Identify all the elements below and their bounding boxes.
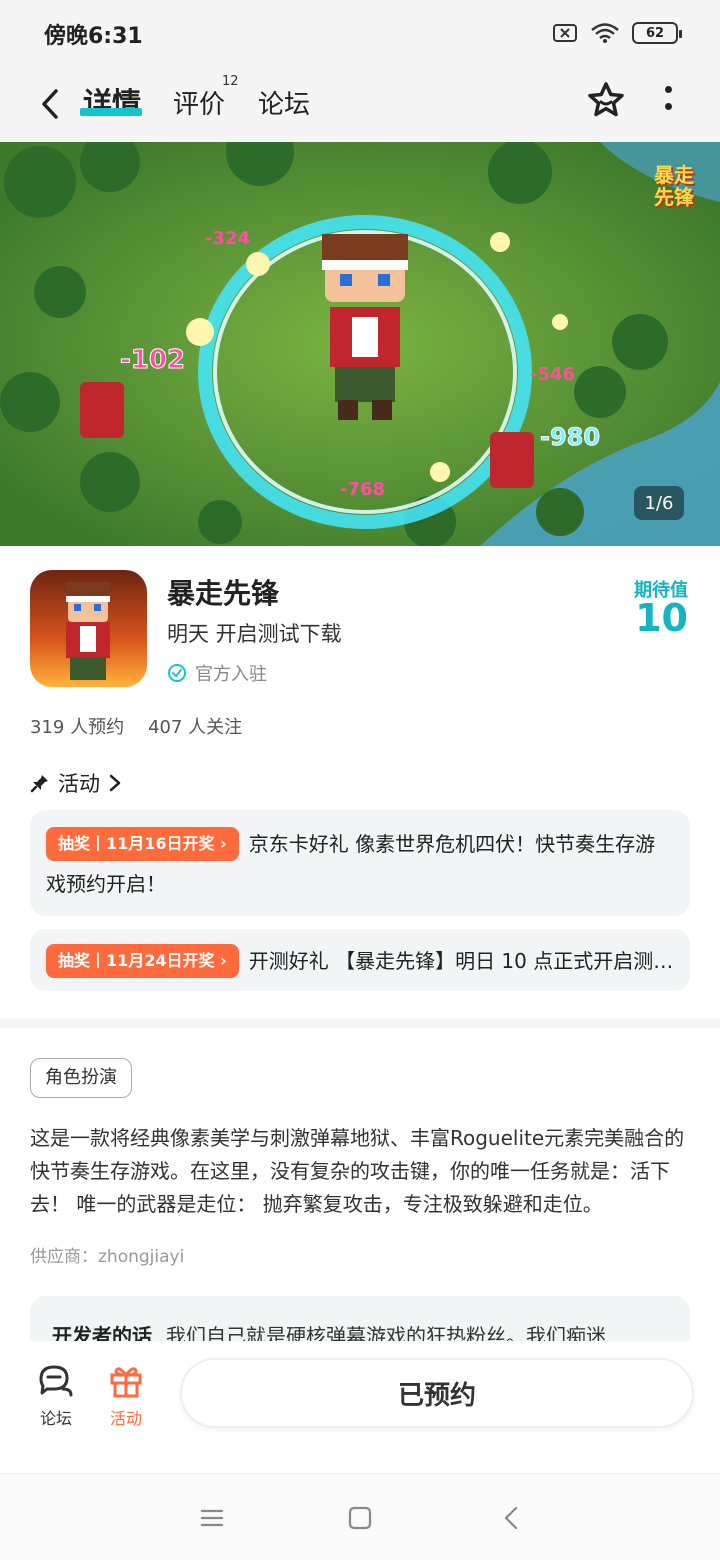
chevron-left-icon bbox=[42, 89, 58, 119]
battery-indicator: 62 bbox=[632, 22, 682, 44]
home-square-icon bbox=[348, 1506, 372, 1530]
status-time: 傍晚6:31 bbox=[44, 24, 143, 49]
activity-card-content: 抽奖丨11月24日开奖 › 开测好礼 【暴走先锋】明日 10 点正式开启测试！ bbox=[46, 943, 674, 979]
developer-notes-label: 开发者的话 bbox=[52, 1324, 152, 1342]
more-options-button[interactable] bbox=[656, 82, 680, 114]
official-badge: 官方入驻 bbox=[167, 660, 267, 686]
game-screenshot-illustration: -102 -324 -546 -980 -768 bbox=[0, 142, 720, 546]
developer-notes-text: 我们自己就是硬核弹幕游戏的狂热粉丝。我们痴迷 bbox=[166, 1324, 606, 1342]
verified-check-icon bbox=[168, 664, 186, 682]
developer-notes-card[interactable]: 开发者的话 我们自己就是硬核弹幕游戏的狂热粉丝。我们痴迷 bbox=[30, 1296, 690, 1342]
lottery-tag-label: 抽奖丨11月16日开奖 bbox=[58, 834, 215, 853]
tab-forum[interactable]: 论坛 bbox=[258, 84, 310, 121]
reserved-button[interactable]: 已预约 bbox=[180, 1358, 694, 1428]
chevron-right-icon bbox=[109, 774, 121, 792]
review-count-badge: 12 bbox=[222, 74, 239, 89]
game-icon-artwork bbox=[30, 570, 147, 687]
game-logo-watermark: 暴走 先锋 bbox=[654, 163, 694, 209]
game-description[interactable]: 这是一款将经典像素美学与刺激弹幕地狱、丰富Roguelite元素完美融合的快节奏… bbox=[30, 1122, 690, 1221]
expectation-score: 10 bbox=[635, 596, 688, 640]
activity-section-header[interactable]: 活动 bbox=[30, 768, 122, 798]
active-tab-indicator bbox=[80, 108, 142, 116]
status-icons: 62 bbox=[552, 20, 682, 46]
lottery-tag: 抽奖丨11月24日开奖 › bbox=[46, 944, 239, 978]
lottery-tag: 抽奖丨11月16日开奖 › bbox=[46, 827, 239, 861]
screenshot-banner[interactable]: -102 -324 -546 -980 -768 暴走 先锋 1/6 bbox=[0, 142, 720, 546]
status-bar: 傍晚6:31 62 bbox=[0, 0, 720, 66]
forum-chat-icon bbox=[39, 1365, 73, 1397]
banner-page-counter: 1/6 bbox=[634, 486, 684, 520]
game-stats: 319 人预约 407 人关注 bbox=[30, 713, 242, 739]
official-label: 官方入驻 bbox=[195, 664, 267, 685]
svg-text:-546: -546 bbox=[530, 364, 575, 385]
wifi-icon bbox=[591, 23, 619, 43]
pin-icon bbox=[30, 775, 48, 793]
bottom-forum-label: 论坛 bbox=[39, 1409, 72, 1428]
menu-icon bbox=[200, 1509, 224, 1527]
activity-card[interactable]: 抽奖丨11月24日开奖 › 开测好礼 【暴走先锋】明日 10 点正式开启测试！ bbox=[30, 929, 690, 991]
game-title: 暴走先锋 bbox=[167, 577, 280, 610]
system-navigation-bar bbox=[0, 1473, 720, 1560]
reservation-count: 319 人预约 bbox=[30, 717, 125, 738]
svg-text:-768: -768 bbox=[340, 479, 385, 500]
more-dot bbox=[664, 103, 672, 110]
system-back-button[interactable] bbox=[498, 1504, 526, 1532]
svg-text:-980: -980 bbox=[540, 423, 600, 451]
tab-review[interactable]: 评价 bbox=[173, 84, 225, 121]
more-dot bbox=[664, 86, 672, 93]
activity-text: 开测好礼 【暴走先锋】明日 10 点正式开启测试！ bbox=[248, 949, 674, 973]
back-triangle-icon bbox=[504, 1506, 518, 1530]
bottom-activity-button[interactable]: 活动 bbox=[96, 1363, 156, 1429]
activity-card[interactable]: 抽奖丨11月16日开奖 › 京东卡好礼 像素世界危机四伏！快节奏生存游戏预约开启！ bbox=[30, 810, 690, 916]
bottom-action-bar: 论坛 活动 已预约 bbox=[0, 1341, 720, 1473]
no-sim-icon bbox=[553, 24, 577, 42]
game-test-schedule: 明天 开启测试下载 bbox=[167, 622, 342, 646]
activity-card-content: 抽奖丨11月16日开奖 › 京东卡好礼 像素世界危机四伏！快节奏生存游戏预约开启！ bbox=[46, 824, 674, 904]
system-home-button[interactable] bbox=[346, 1504, 374, 1532]
supplier-info: 供应商：zhongjiayi bbox=[30, 1247, 185, 1267]
genre-tag[interactable]: 角色扮演 bbox=[30, 1058, 132, 1098]
lottery-tag-label: 抽奖丨11月24日开奖 bbox=[58, 951, 215, 970]
svg-text:-324: -324 bbox=[205, 228, 250, 249]
svg-text:-102: -102 bbox=[120, 345, 185, 375]
activity-header-label: 活动 bbox=[58, 772, 100, 796]
game-app-icon bbox=[30, 570, 147, 687]
section-divider bbox=[0, 1019, 720, 1028]
gift-icon bbox=[110, 1367, 142, 1398]
system-menu-button[interactable] bbox=[198, 1504, 226, 1532]
star-icon bbox=[588, 82, 624, 117]
bottom-activity-label: 活动 bbox=[109, 1409, 142, 1428]
favorite-button[interactable] bbox=[586, 80, 626, 120]
bottom-forum-button[interactable]: 论坛 bbox=[26, 1363, 86, 1429]
follower-count: 407 人关注 bbox=[148, 717, 243, 738]
back-button[interactable] bbox=[32, 84, 68, 124]
